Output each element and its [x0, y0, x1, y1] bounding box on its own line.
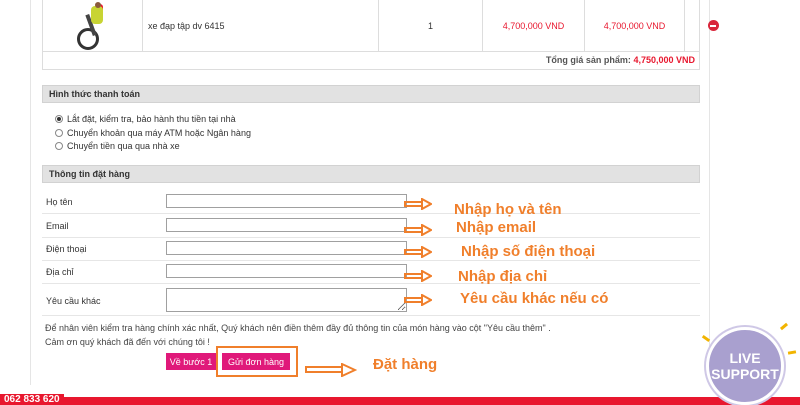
form-row-email: Email	[42, 218, 700, 238]
other-request-textarea[interactable]	[166, 288, 407, 312]
cart-table-row: xe đạp tập dv 6415 1 4,700,000 VND 4,700…	[42, 0, 719, 52]
submit-order-button[interactable]: Gửi đơn hàng	[222, 353, 290, 370]
arrow-right-icon	[404, 246, 432, 258]
product-name[interactable]: xe đạp tập dv 6415	[143, 0, 379, 51]
arrow-right-icon	[305, 363, 357, 377]
product-image-cell	[43, 0, 143, 51]
annotation-name: Nhập họ và tên	[454, 201, 562, 218]
remove-item-icon[interactable]	[707, 20, 719, 31]
payment-section-title: Hình thức thanh toán	[42, 85, 700, 103]
footer-bar	[0, 397, 800, 405]
line-total: 4,700,000 VND	[585, 0, 685, 51]
order-info-section-title: Thông tin đặt hàng	[42, 165, 700, 183]
product-quantity: 1	[379, 0, 483, 51]
form-row-address: Địa chỉ	[42, 264, 700, 284]
arrow-right-icon	[404, 294, 432, 306]
subtotal-label: Tổng giá sản phẩm:	[545, 55, 631, 65]
phone-input[interactable]	[166, 241, 407, 255]
remove-cell	[685, 0, 741, 51]
order-note-line1: Để nhân viên kiểm tra hàng chính xác nhấ…	[45, 323, 551, 333]
radio-button[interactable]	[55, 115, 63, 123]
annotation-submit: Đặt hàng	[373, 356, 438, 373]
payment-option-label: Chuyển tiền qua qua nhà xe	[67, 141, 180, 151]
email-input[interactable]	[166, 218, 407, 232]
payment-option-label: Chuyển khoản qua máy ATM hoặc Ngân hàng	[67, 128, 251, 138]
phone-label: Điện thoại	[46, 244, 87, 254]
address-label: Địa chỉ	[46, 267, 74, 277]
unit-price: 4,700,000 VND	[483, 0, 585, 51]
name-input[interactable]	[166, 194, 407, 208]
hotline-number[interactable]: 062 833 620	[0, 394, 64, 405]
subtotal-value: 4,750,000 VND	[633, 55, 695, 65]
annotation-phone: Nhập số điện thoại	[461, 243, 596, 260]
email-label: Email	[46, 221, 69, 231]
payment-option-cod[interactable]: Lắt đặt, kiểm tra, bảo hành thu tiền tại…	[55, 113, 236, 125]
name-label: Họ tên	[46, 197, 73, 207]
live-support-widget[interactable]: LIVE SUPPORT	[701, 322, 798, 405]
live-support-line1: LIVE	[729, 350, 761, 366]
subtotal-row: Tổng giá sản phẩm: 4,750,000 VND	[42, 52, 700, 70]
other-request-label: Yêu cầu khác	[46, 296, 101, 306]
arrow-right-icon	[404, 224, 432, 236]
live-support-badge[interactable]: LIVE SUPPORT	[706, 327, 784, 405]
arrow-right-icon	[404, 270, 432, 282]
annotation-other: Yêu cầu khác nếu có	[460, 290, 609, 307]
payment-option-label: Lắt đặt, kiểm tra, bảo hành thu tiền tại…	[67, 114, 236, 124]
order-note-line2: Cảm ơn quý khách đã đến với chúng tôi !	[45, 337, 210, 347]
exercise-bike-image[interactable]	[71, 1, 115, 50]
radio-button[interactable]	[55, 129, 63, 137]
form-row-name: Họ tên	[42, 194, 700, 214]
live-support-line2: SUPPORT	[711, 366, 779, 382]
annotation-email: Nhập email	[456, 219, 537, 236]
address-input[interactable]	[166, 264, 407, 278]
back-to-step1-button[interactable]: Về bước 1	[166, 353, 216, 370]
annotation-address: Nhập địa chỉ	[458, 268, 548, 285]
payment-option-bank[interactable]: Chuyển khoản qua máy ATM hoặc Ngân hàng	[55, 127, 251, 139]
payment-option-bus[interactable]: Chuyển tiền qua qua nhà xe	[55, 140, 180, 152]
arrow-right-icon	[404, 198, 432, 210]
form-row-phone: Điện thoại	[42, 241, 700, 261]
radio-button[interactable]	[55, 142, 63, 150]
